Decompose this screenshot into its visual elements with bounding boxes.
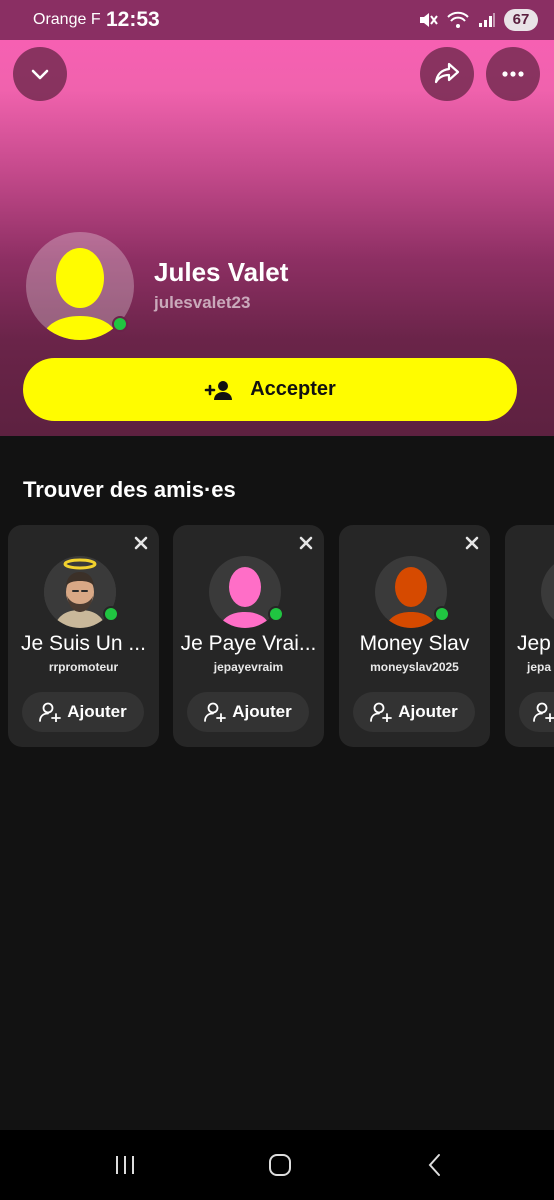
section-title: Trouver des amis·es xyxy=(23,477,236,502)
online-indicator xyxy=(434,606,450,622)
suggestion-avatar xyxy=(541,556,554,628)
online-indicator xyxy=(268,606,284,622)
system-nav-bar xyxy=(0,1130,554,1200)
accept-label: Accepter xyxy=(250,378,336,400)
dismiss-icon[interactable] xyxy=(298,535,314,551)
carrier-label: Orange F xyxy=(33,11,101,28)
add-person-icon xyxy=(533,702,554,722)
suggestion-card[interactable]: Je Suis Un ... rrpromoteur Ajouter xyxy=(8,525,159,747)
home-icon xyxy=(269,1154,291,1176)
collapse-button[interactable] xyxy=(13,47,67,101)
profile-username: julesvalet23 xyxy=(154,293,251,312)
dismiss-icon[interactable] xyxy=(464,535,480,551)
signal-icon xyxy=(479,13,495,27)
share-arrow-icon xyxy=(434,62,460,84)
suggestion-name: Jep xyxy=(517,632,551,655)
suggestion-username: rrpromoteur xyxy=(48,660,119,674)
more-options-button[interactable] xyxy=(486,47,540,101)
add-person-icon xyxy=(39,702,62,722)
suggestion-username: moneyslav2025 xyxy=(370,660,459,674)
suggestion-username: jepa xyxy=(527,660,552,674)
add-friend-button[interactable] xyxy=(519,692,554,732)
add-person-icon xyxy=(204,702,227,722)
suggestion-name: Je Paye Vrai... xyxy=(180,632,317,655)
home-button[interactable] xyxy=(260,1150,300,1180)
add-label: Ajouter xyxy=(232,702,292,721)
add-friend-icon xyxy=(204,380,233,400)
more-dots-icon xyxy=(502,71,524,77)
back-chevron-icon xyxy=(428,1154,440,1176)
suggestion-card[interactable]: Money Slav moneyslav2025 Ajouter xyxy=(339,525,490,747)
share-button[interactable] xyxy=(420,47,474,101)
mute-icon xyxy=(420,13,438,27)
suggestion-card[interactable]: Jep jepa xyxy=(505,525,554,747)
status-bar: Orange F 12:53 67 xyxy=(0,0,554,40)
recent-apps-icon xyxy=(116,1156,134,1174)
recent-apps-button[interactable] xyxy=(105,1150,145,1180)
add-label: Ajouter xyxy=(67,702,127,721)
status-icons: 67 xyxy=(418,9,538,31)
wifi-icon xyxy=(447,11,469,28)
add-friend-button[interactable]: Ajouter xyxy=(353,692,475,732)
suggestion-username: jepayevraim xyxy=(213,660,284,674)
profile-name: Jules Valet xyxy=(154,257,289,287)
dismiss-icon[interactable] xyxy=(133,535,149,551)
online-indicator xyxy=(112,316,128,332)
screen: Orange F 12:53 67 Jules Valet julesvalet… xyxy=(0,0,554,1200)
add-label: Ajouter xyxy=(398,702,458,721)
suggestion-name: Je Suis Un ... xyxy=(21,632,146,655)
add-friend-button[interactable]: Ajouter xyxy=(187,692,309,732)
suggestion-card[interactable]: Je Paye Vrai... jepayevraim Ajouter xyxy=(173,525,324,747)
battery-indicator: 67 xyxy=(504,9,538,31)
clock: 12:53 xyxy=(106,8,160,31)
online-indicator xyxy=(103,606,119,622)
accept-button[interactable]: Accepter xyxy=(23,358,517,421)
add-friend-button[interactable]: Ajouter xyxy=(22,692,144,732)
add-person-icon xyxy=(370,702,393,722)
suggestion-name: Money Slav xyxy=(359,632,470,655)
chevron-down-icon xyxy=(31,69,49,80)
back-button[interactable] xyxy=(415,1150,455,1180)
